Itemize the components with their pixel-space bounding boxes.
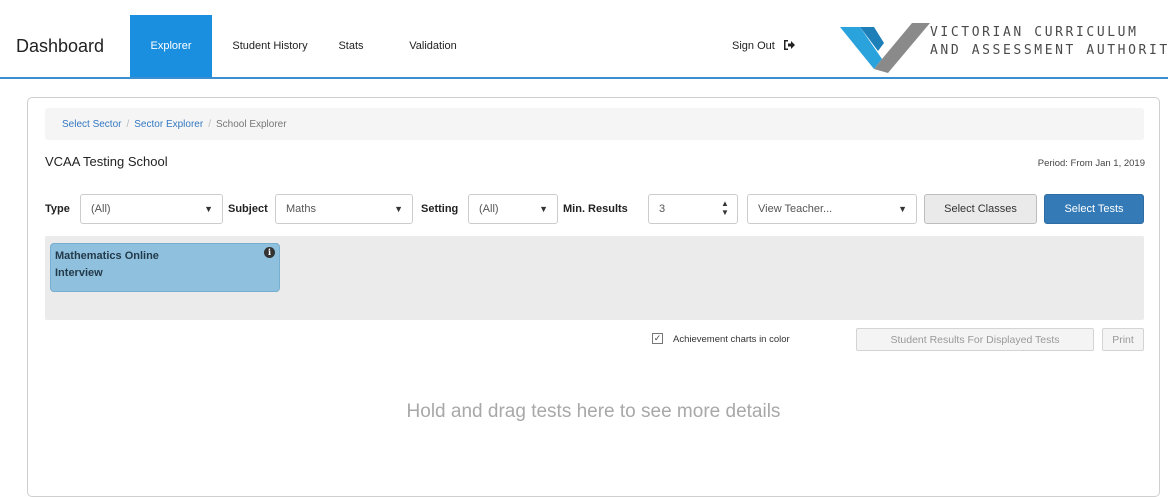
top-nav: Dashboard Explorer Student History Stats… [0, 15, 1168, 79]
chevron-down-icon: ▼ [539, 204, 548, 214]
nav-validation[interactable]: Validation [398, 15, 468, 77]
subject-select-value: Maths [286, 203, 316, 215]
logo-line-2: AND ASSESSMENT AUTHORITY [930, 43, 1168, 58]
nav-stats[interactable]: Stats [330, 15, 372, 77]
vcaa-logo: VICTORIAN CURRICULUM AND ASSESSMENT AUTH… [838, 21, 1168, 73]
test-card-name: Mathematics Online Interview [55, 250, 159, 279]
breadcrumb-select-sector[interactable]: Select Sector [62, 119, 121, 130]
min-results-input[interactable]: 3 ▲ ▼ [648, 194, 738, 224]
min-results-value: 3 [659, 203, 666, 215]
breadcrumb-separator: / [208, 118, 211, 130]
sign-out-label: Sign Out [732, 40, 775, 52]
student-results-button[interactable]: Student Results For Displayed Tests [856, 328, 1094, 351]
chevron-down-icon: ▼ [898, 204, 907, 214]
setting-select-value: (All) [479, 203, 499, 215]
tests-container: Mathematics Online Interview i [45, 236, 1144, 320]
test-card[interactable]: Mathematics Online Interview i [50, 243, 280, 292]
color-charts-checkbox[interactable]: ✓ [652, 333, 663, 344]
type-label: Type [45, 203, 70, 215]
select-tests-button[interactable]: Select Tests [1044, 194, 1144, 224]
period-label: Period: From Jan 1, 2019 [1037, 158, 1145, 169]
subject-label: Subject [228, 203, 268, 215]
min-results-label: Min. Results [563, 203, 628, 215]
info-icon[interactable]: i [264, 247, 275, 258]
logo-line-1: VICTORIAN CURRICULUM [930, 25, 1139, 40]
teacher-select[interactable]: View Teacher... ▼ [747, 194, 917, 224]
sign-out-icon [783, 39, 796, 54]
setting-select[interactable]: (All) ▼ [468, 194, 558, 224]
color-charts-label: Achievement charts in color [673, 334, 790, 345]
breadcrumb: Select Sector / Sector Explorer / School… [45, 108, 1144, 140]
breadcrumb-separator: / [126, 118, 130, 130]
school-explorer-panel: Select Sector / Sector Explorer / School… [27, 97, 1160, 497]
type-select-value: (All) [91, 203, 111, 215]
drop-zone-hint: Hold and drag tests here to see more det… [406, 401, 781, 422]
print-button[interactable]: Print [1102, 328, 1144, 351]
setting-label: Setting [421, 203, 459, 215]
nav-explorer[interactable]: Explorer [130, 15, 212, 77]
vcaa-logo-text: VICTORIAN CURRICULUM AND ASSESSMENT AUTH… [930, 24, 1168, 60]
select-classes-button[interactable]: Select Classes [924, 194, 1037, 224]
subject-select[interactable]: Maths ▼ [275, 194, 413, 224]
chevron-down-icon: ▼ [204, 204, 213, 214]
dashboard-brand[interactable]: Dashboard [16, 15, 104, 77]
school-title: VCAA Testing School [45, 154, 168, 169]
type-select[interactable]: (All) ▼ [80, 194, 223, 224]
vcaa-logo-mark [840, 23, 930, 73]
chevron-down-icon: ▼ [394, 204, 403, 214]
nav-student-history[interactable]: Student History [232, 15, 308, 77]
sign-out-link[interactable]: Sign Out [732, 15, 822, 77]
breadcrumb-school-explorer: School Explorer [215, 118, 287, 130]
stepper-arrows-icon[interactable]: ▲ ▼ [721, 199, 729, 217]
breadcrumb-sector-explorer[interactable]: Sector Explorer [134, 119, 203, 130]
teacher-select-value: View Teacher... [758, 203, 833, 215]
